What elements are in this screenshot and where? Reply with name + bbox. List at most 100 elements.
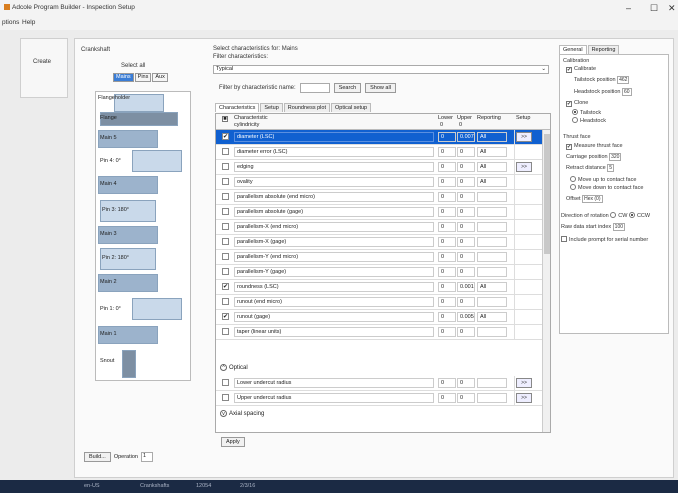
lower-limit-input[interactable]: 0 [438, 207, 456, 217]
table-row[interactable]: parallelism-X (gage) 0 0 [216, 235, 542, 250]
name-filter-input[interactable] [299, 83, 330, 93]
lower-limit-input[interactable]: 0 [438, 147, 456, 157]
lower-limit-input[interactable]: 0 [438, 393, 456, 403]
lower-limit-input[interactable]: 0 [438, 282, 456, 292]
setup-button[interactable]: >> [516, 378, 532, 388]
filter-select[interactable]: Typical ⌄ [213, 65, 549, 74]
search-button[interactable]: Search [333, 83, 362, 93]
mains-button[interactable]: Mains [113, 73, 134, 82]
reporting-select[interactable] [477, 222, 507, 232]
row-checkbox[interactable]: ✔ [222, 313, 229, 320]
lower-limit-input[interactable]: 0 [438, 162, 456, 172]
tailstock-radio[interactable]: Tailstock [572, 109, 601, 116]
menu-options[interactable]: ptions [2, 19, 19, 26]
reporting-select[interactable] [477, 192, 507, 202]
reporting-select[interactable] [477, 207, 507, 217]
retract-distance-input[interactable]: 5 [607, 164, 615, 172]
optical-group-header[interactable]: ^ Optical [220, 364, 248, 371]
table-row[interactable]: runout (end micro) 0 0 [216, 295, 542, 310]
setup-button[interactable]: >> [516, 162, 532, 172]
lower-limit-input[interactable]: 0 [438, 267, 456, 277]
axial-group-header[interactable]: v Axial spacing [220, 410, 264, 417]
row-checkbox[interactable] [222, 298, 229, 305]
move-down-radio[interactable]: Move down to contact face [570, 184, 643, 191]
headstock-position-input[interactable]: 60 [622, 88, 632, 96]
lower-limit-input[interactable]: 0 [438, 177, 456, 187]
table-row[interactable]: parallelism-Y (end micro) 0 0 [216, 250, 542, 265]
show-all-button[interactable]: Show all [365, 83, 396, 93]
table-row[interactable]: parallelism-Y (gage) 0 0 [216, 265, 542, 280]
measure-thrust-checkbox[interactable]: ✔ Measure thrust face [566, 143, 623, 150]
tab-characteristics[interactable]: Characteristics [215, 103, 260, 112]
reporting-select[interactable] [477, 393, 507, 403]
tab-roundness-plot[interactable]: Roundness plot [283, 103, 330, 112]
table-row[interactable]: Upper undercut radius 0 0 >> [216, 391, 542, 406]
upper-limit-input[interactable]: 0 [457, 207, 475, 217]
move-up-radio[interactable]: Move up to contact face [570, 176, 636, 183]
upper-limit-input[interactable]: 0 [457, 327, 475, 337]
grid-scrollbar[interactable] [542, 130, 550, 432]
reporting-select[interactable] [477, 267, 507, 277]
table-row[interactable]: ovality 0 0 All [216, 175, 542, 190]
operation-input[interactable]: 1 [140, 452, 153, 462]
row-checkbox[interactable] [222, 148, 229, 155]
raw-data-input[interactable]: 100 [612, 223, 626, 231]
row-checkbox[interactable] [222, 238, 229, 245]
row-checkbox[interactable]: ✔ [222, 283, 229, 290]
pins-button[interactable]: Pins [134, 73, 152, 82]
table-row[interactable]: Lower undercut radius 0 0 >> [216, 376, 542, 391]
table-row[interactable]: ✔ runout (gage) 0 0.005 All [216, 310, 542, 325]
create-button[interactable]: Create [33, 59, 51, 65]
tab-optical-setup[interactable]: Optical setup [330, 103, 372, 112]
serial-prompt-checkbox[interactable]: Include prompt for serial number [561, 236, 648, 243]
row-checkbox[interactable] [222, 208, 229, 215]
upper-limit-input[interactable]: 0 [457, 267, 475, 277]
lower-limit-input[interactable]: 0 [438, 297, 456, 307]
pin-1-segment[interactable] [132, 298, 182, 320]
reporting-select[interactable] [477, 327, 507, 337]
lower-limit-input[interactable]: 0 [438, 222, 456, 232]
maximize-button[interactable]: ☐ [650, 3, 658, 14]
upper-limit-input[interactable]: 0 [457, 393, 475, 403]
tab-general[interactable]: General [559, 45, 587, 54]
menu-help[interactable]: Help [22, 19, 35, 26]
pin-4-segment[interactable] [132, 150, 182, 172]
upper-limit-input[interactable]: 0 [457, 297, 475, 307]
upper-limit-input[interactable]: 0 [457, 222, 475, 232]
row-checkbox[interactable] [222, 328, 229, 335]
table-row[interactable]: parallelism-X (end micro) 0 0 [216, 220, 542, 235]
upper-limit-input[interactable]: 0.007 [457, 132, 475, 142]
table-row[interactable]: parallelism absolute (end micro) 0 0 [216, 190, 542, 205]
row-checkbox[interactable] [222, 394, 229, 401]
table-row[interactable]: ✔ roundness (LSC) 0 0.001 All [216, 280, 542, 295]
reporting-select[interactable]: All [477, 132, 507, 142]
reporting-select[interactable]: All [477, 312, 507, 322]
row-checkbox[interactable]: ✔ [222, 133, 229, 140]
calibrate-checkbox[interactable]: ✔ Calibrate [566, 66, 596, 73]
upper-limit-input[interactable]: 0 [457, 378, 475, 388]
row-checkbox[interactable] [222, 268, 229, 275]
table-row[interactable]: ✔ diameter (LSC) 0 0.007 All >> [216, 130, 542, 145]
setup-button[interactable]: >> [516, 393, 532, 403]
apply-button[interactable]: Apply [221, 437, 245, 447]
row-checkbox[interactable] [222, 193, 229, 200]
reporting-select[interactable]: All [477, 162, 507, 172]
lower-limit-input[interactable]: 0 [438, 312, 456, 322]
lower-limit-input[interactable]: 0 [438, 378, 456, 388]
cw-radio[interactable] [610, 212, 617, 218]
table-row[interactable]: diameter error (LSC) 0 0 All [216, 145, 542, 160]
upper-limit-input[interactable]: 0 [457, 177, 475, 187]
lower-limit-input[interactable]: 0 [438, 237, 456, 247]
snout-segment[interactable] [122, 350, 136, 378]
close-button[interactable]: ✕ [668, 3, 676, 14]
reporting-select[interactable] [477, 297, 507, 307]
aux-button[interactable]: Aux [152, 73, 168, 82]
ccw-radio[interactable] [628, 212, 635, 218]
row-checkbox[interactable] [222, 379, 229, 386]
minimize-button[interactable]: – [626, 3, 631, 13]
reporting-select[interactable] [477, 237, 507, 247]
lower-limit-input[interactable]: 0 [438, 327, 456, 337]
reporting-select[interactable]: All [477, 177, 507, 187]
reporting-select[interactable]: All [477, 282, 507, 292]
row-checkbox[interactable] [222, 163, 229, 170]
